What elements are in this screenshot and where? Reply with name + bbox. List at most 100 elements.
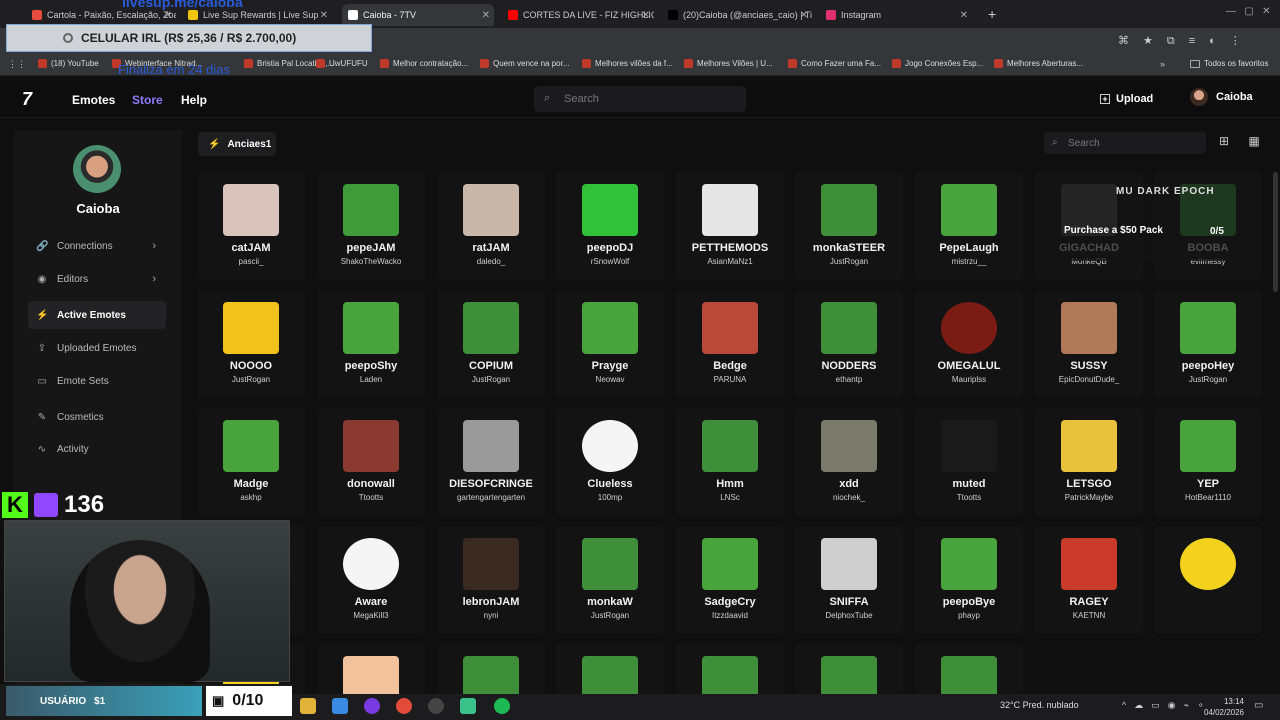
emote-card[interactable]: peepoDJ rSnowWolf xyxy=(556,172,664,280)
close-icon[interactable]: ✕ xyxy=(482,10,490,21)
emote-card[interactable]: peepoHey JustRogan xyxy=(1154,290,1262,398)
emote-card[interactable]: Bedge PARUNA xyxy=(676,290,784,398)
emote-card[interactable]: PETTHEMODS AsianMaNz1 xyxy=(676,172,784,280)
purchase-pack-label[interactable]: Purchase a $50 Pack xyxy=(1064,225,1163,236)
emote-card[interactable]: Madge askhp xyxy=(197,408,305,516)
bookmark-item[interactable]: Jogo Conexões Esp... xyxy=(892,59,983,68)
emote-card[interactable]: monkaW JustRogan xyxy=(556,526,664,634)
emote-card[interactable]: monkaSTEER JustRogan xyxy=(795,172,903,280)
header-search-input[interactable]: Search xyxy=(534,86,746,112)
emote-card[interactable]: muted Ttootts xyxy=(915,408,1023,516)
emote-card[interactable]: catJAM pascii_ xyxy=(197,172,305,280)
emote-card[interactable]: lebronJAM nyni xyxy=(437,526,545,634)
browser-tab[interactable]: (20)Caioba (@anciaes_caio) | Ti ✕ xyxy=(662,4,812,26)
emote-owner: Laden xyxy=(359,375,383,384)
bookmark-item[interactable]: UwUFUFU xyxy=(316,59,368,68)
emote-card[interactable]: NODDERS ethantp xyxy=(795,290,903,398)
7tv-logo[interactable]: 7 xyxy=(22,89,32,110)
emote-owner: 100mp xyxy=(597,493,623,502)
file-explorer-icon[interactable] xyxy=(300,698,316,714)
scrollbar[interactable] xyxy=(1273,172,1278,292)
sidebar-item-emote-sets[interactable]: ▭ Emote Sets xyxy=(28,367,166,395)
close-icon[interactable]: ✕ xyxy=(960,10,968,21)
emote-card[interactable]: SNIFFA DelphoxTube xyxy=(795,526,903,634)
emote-card[interactable]: SUSSY EpicDonutDude_ xyxy=(1035,290,1143,398)
emote-set-chip[interactable]: ⚡ Anciaes1 xyxy=(198,132,276,156)
bookmark-icon xyxy=(582,59,591,68)
emote-card[interactable]: COPIUM JustRogan xyxy=(437,290,545,398)
emote-card[interactable]: YEP HotBear1110 xyxy=(1154,408,1262,516)
emote-card[interactable]: Aware MegaKill3 xyxy=(317,526,425,634)
clock[interactable]: 13:14 04/02/2026 xyxy=(1198,696,1244,718)
bookmark-item[interactable]: Quem vence na por... xyxy=(480,59,570,68)
browser-tab[interactable]: Caioba - 7TV ✕ xyxy=(342,4,494,26)
emote-card[interactable] xyxy=(1154,526,1262,634)
notifications-icon[interactable]: ▭ xyxy=(1254,700,1263,711)
spotify-icon[interactable] xyxy=(494,698,510,714)
emote-card[interactable]: LETSGO PatrickMaybe xyxy=(1035,408,1143,516)
window-controls[interactable]: — ▢ ✕ xyxy=(1226,6,1271,17)
compact-grid-icon[interactable]: ▦ xyxy=(1245,134,1263,152)
emote-owner: JustRogan xyxy=(1188,375,1228,384)
emote-card[interactable]: peepoBye phayp xyxy=(915,526,1023,634)
bookmark-item[interactable]: Melhores Vilões | U... xyxy=(684,59,773,68)
new-tab-button[interactable]: + xyxy=(988,6,996,22)
sidebar-item-activity[interactable]: ∿ Activity xyxy=(28,435,166,463)
browser-tab[interactable]: CORTES DA LIVE - FIZ HIGHLIGH ✕ xyxy=(502,4,654,26)
browser-tab[interactable]: Instagram ✕ xyxy=(820,4,972,26)
apps-icon[interactable]: ⋮⋮ xyxy=(8,59,26,70)
close-icon[interactable]: ✕ xyxy=(164,10,172,21)
grid-view-icon[interactable]: ⊞ xyxy=(1215,134,1233,152)
weather-widget[interactable]: 32°C Pred. nublado xyxy=(1000,700,1079,710)
bookmark-item[interactable]: Melhores Aberturas... xyxy=(994,59,1083,68)
sidebar-item-connections[interactable]: 🔗 Connections › xyxy=(28,232,166,260)
nav-help[interactable]: Help xyxy=(181,93,207,107)
user-menu[interactable]: Caioba xyxy=(1190,88,1253,106)
emote-card[interactable]: RAGEY KAETNN xyxy=(1035,526,1143,634)
emote-name: peepoDJ xyxy=(586,242,634,254)
sidebar-item-active-emotes[interactable]: ⚡ Active Emotes xyxy=(28,301,166,329)
store-icon[interactable] xyxy=(332,698,348,714)
app-icon[interactable] xyxy=(460,698,476,714)
all-favorites[interactable]: Todos os favoritos xyxy=(1190,59,1268,68)
bookmark-item[interactable]: Como Fazer uma Fa... xyxy=(788,59,881,68)
emote-card[interactable]: donowall Ttootts xyxy=(317,408,425,516)
more-bookmarks-icon[interactable]: » xyxy=(1160,59,1165,69)
emote-card[interactable]: ratJAM daledo_ xyxy=(437,172,545,280)
bookmark-item[interactable]: (18) YouTube xyxy=(38,59,99,68)
emote-image xyxy=(1061,420,1117,472)
emote-card[interactable]: PepeLaugh mistrzu__ xyxy=(915,172,1023,280)
emote-card[interactable]: pepeJAM ShakoTheWacko xyxy=(317,172,425,280)
emote-card[interactable]: Hmm LNSc xyxy=(676,408,784,516)
close-icon[interactable]: ✕ xyxy=(320,10,328,21)
nav-emotes[interactable]: Emotes xyxy=(72,93,115,107)
close-icon[interactable]: ✕ xyxy=(642,10,650,21)
emote-card[interactable]: SadgeCry Itzzdaavid xyxy=(676,526,784,634)
chevron-right-icon: › xyxy=(152,273,156,285)
emote-card[interactable]: Clueless 100mp xyxy=(556,408,664,516)
emote-card[interactable]: xdd niochek_ xyxy=(795,408,903,516)
emote-card[interactable]: peepoShy Laden xyxy=(317,290,425,398)
emote-card[interactable]: Prayge Neowav xyxy=(556,290,664,398)
emote-name: SadgeCry xyxy=(704,596,756,608)
sidebar-item-cosmetics[interactable]: ✎ Cosmetics xyxy=(28,403,166,431)
sidebar-item-editors[interactable]: ◉ Editors › xyxy=(28,265,166,293)
upload-button[interactable]: + Upload xyxy=(1100,88,1166,110)
bookmark-item[interactable]: Melhor contratação... xyxy=(380,59,468,68)
obs-icon[interactable] xyxy=(428,698,444,714)
emote-card[interactable]: NOOOO JustRogan xyxy=(197,290,305,398)
emote-name: SNIFFA xyxy=(829,596,869,608)
emote-card[interactable]: DIESOFCRINGE gartengartengarten xyxy=(437,408,545,516)
emote-search-input[interactable]: Search xyxy=(1044,132,1206,154)
bookmark-item[interactable]: Melhores vilões da f... xyxy=(582,59,673,68)
chrome-icon[interactable] xyxy=(396,698,412,714)
nav-store[interactable]: Store xyxy=(132,93,163,107)
browser-toolbar-icons[interactable]: ⌘★⧉≡◐⋮ xyxy=(1118,34,1255,48)
sidebar-item-uploaded-emotes[interactable]: ⇪ Uploaded Emotes xyxy=(28,334,166,362)
emote-name: OMEGALUL xyxy=(937,360,1001,372)
close-icon[interactable]: ✕ xyxy=(800,10,808,21)
discord-icon[interactable] xyxy=(364,698,380,714)
emote-card[interactable]: OMEGALUL Mauriplss xyxy=(915,290,1023,398)
emote-owner: JustRogan xyxy=(471,375,511,384)
bookmark-icon xyxy=(892,59,901,68)
